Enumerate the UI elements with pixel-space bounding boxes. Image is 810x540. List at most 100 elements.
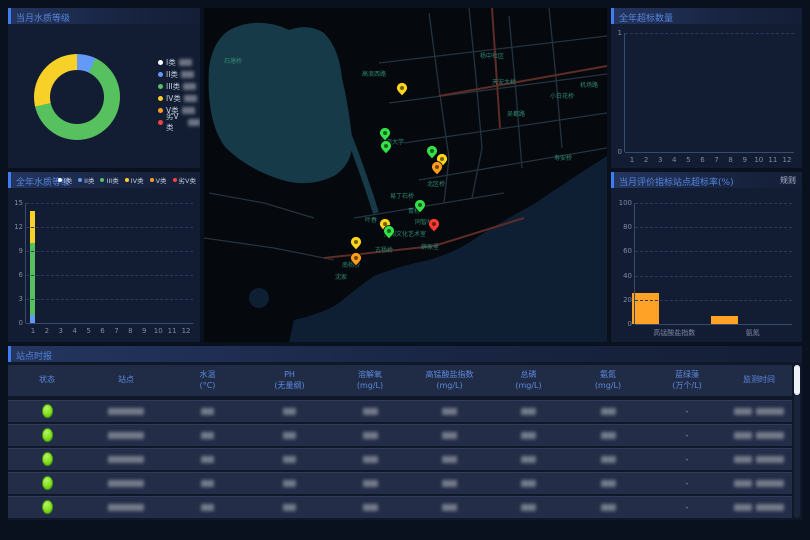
legend-item-V类[interactable]: V类 <box>150 172 167 188</box>
table-row[interactable]: - <box>8 496 792 518</box>
legend-item-I类[interactable]: I类 <box>58 172 72 188</box>
x-tick-5: 5 <box>86 327 90 335</box>
gridline <box>26 275 193 276</box>
redacted-value <box>108 504 144 511</box>
column-name: 总磷 <box>489 370 568 381</box>
column-header-状态[interactable]: 状态 <box>8 375 86 386</box>
cell-蓝绿藻: - <box>648 455 726 464</box>
map-label: 石塘桥 <box>224 57 242 65</box>
column-unit: (mg/L) <box>568 381 648 392</box>
x-tick-12: 12 <box>182 327 191 335</box>
redacted-time <box>734 480 752 487</box>
cell-水温 <box>166 503 249 512</box>
legend-dot <box>150 178 154 182</box>
redacted-value <box>442 456 457 463</box>
y-tick-3: 3 <box>19 295 23 303</box>
cell-状态 <box>8 500 86 516</box>
cell-氨氮 <box>568 479 648 488</box>
cell-总磷 <box>489 479 568 488</box>
map-label: 古杨桥 <box>375 246 393 254</box>
donut-hole <box>50 70 104 124</box>
redacted-value <box>283 504 296 511</box>
cell-高锰酸盐指数 <box>410 503 489 512</box>
column-header-溶解氧[interactable]: 溶解氧(mg/L) <box>330 370 410 392</box>
legend-item-II类[interactable]: II类 <box>78 172 94 188</box>
table-row[interactable]: - <box>8 424 792 446</box>
status-ok-icon <box>42 428 53 442</box>
status-ok-icon <box>42 452 53 466</box>
legend-item-III类[interactable]: III类 <box>100 172 118 188</box>
column-header-总磷[interactable]: 总磷(mg/L) <box>489 370 568 392</box>
dashboard: 当月水质等级 I类II类III类IV类V类劣V类 全年水质等级 I类II类III… <box>0 0 810 540</box>
map-panel[interactable]: 石塘桥杨中社区高浪西路天安大桥机场路小白花桥吴都路江南大学寿安桥北区桥易丁石桥青… <box>204 8 607 342</box>
table-row[interactable]: - <box>8 400 792 422</box>
redacted-time <box>756 432 784 439</box>
column-name: PH <box>249 370 330 381</box>
column-header-蓝绿藻[interactable]: 蓝绿藻(万个/L) <box>648 370 726 392</box>
gridline <box>26 299 193 300</box>
cell-监测时间 <box>726 479 792 488</box>
cell-蓝绿藻: - <box>648 479 726 488</box>
legend-label: III类 <box>106 175 118 185</box>
rate-bar-氨氮[interactable] <box>711 316 738 324</box>
column-header-水温[interactable]: 水温(°C) <box>166 370 249 392</box>
column-header-高锰酸盐指数[interactable]: 高锰酸盐指数(mg/L) <box>410 370 489 392</box>
cell-PH <box>249 455 330 464</box>
header-accent <box>8 8 11 24</box>
legend-dot <box>100 178 104 182</box>
x-tick-7: 7 <box>714 156 718 164</box>
legend-item-III类[interactable]: III类 <box>158 80 200 92</box>
table-row[interactable]: - <box>8 448 792 470</box>
x-tick-9: 9 <box>742 156 746 164</box>
table-scrollbar-thumb[interactable] <box>794 365 800 395</box>
map-label: 北区桥 <box>427 180 445 188</box>
redacted-time <box>734 504 752 511</box>
legend-item-I类[interactable]: I类 <box>158 56 200 68</box>
cell-总磷 <box>489 431 568 440</box>
cell-PH <box>249 503 330 512</box>
legend-dot <box>158 72 163 77</box>
column-name: 蓝绿藻 <box>648 370 726 381</box>
rate-bar-高锰酸盐指数[interactable] <box>632 293 659 324</box>
legend-item-劣V类[interactable]: 劣V类 <box>158 116 200 128</box>
cell-高锰酸盐指数 <box>410 455 489 464</box>
legend-item-IV类[interactable]: IV类 <box>125 172 144 188</box>
y-tick-0: 0 <box>628 320 632 328</box>
cell-监测时间 <box>726 503 792 512</box>
redacted-time <box>734 456 752 463</box>
legend-item-II类[interactable]: II类 <box>158 68 200 80</box>
gridline <box>635 276 792 277</box>
cell-蓝绿藻: - <box>648 503 726 512</box>
column-header-氨氮[interactable]: 氨氮(mg/L) <box>568 370 648 392</box>
cell-总磷 <box>489 455 568 464</box>
redacted-time <box>756 480 784 487</box>
table-scrollbar-track[interactable] <box>794 365 800 518</box>
x-tick-3: 3 <box>658 156 662 164</box>
redacted-value <box>521 456 536 463</box>
map-label: 高浪西路 <box>362 70 386 78</box>
column-name: 监测时间 <box>726 375 792 386</box>
gridline <box>635 227 792 228</box>
column-header-站点[interactable]: 站点 <box>86 375 166 386</box>
x-tick-3: 3 <box>59 327 63 335</box>
column-header-PH[interactable]: PH(无量纲) <box>249 370 330 392</box>
column-unit: (mg/L) <box>489 381 568 392</box>
table-row[interactable]: - <box>8 472 792 494</box>
column-header-监测时间[interactable]: 监测时间 <box>726 375 792 386</box>
legend-item-劣V类[interactable]: 劣V类 <box>173 172 196 188</box>
redacted-value <box>108 456 144 463</box>
panel-month-grade-title: 当月水质等级 <box>16 11 70 24</box>
panel-year-grade-header: 全年水质等级 I类II类III类IV类V类劣V类 <box>8 172 200 188</box>
rules-link[interactable]: 规则 <box>780 175 796 186</box>
y-tick-20: 20 <box>623 296 632 304</box>
x-tick-高锰酸盐指数: 高锰酸盐指数 <box>653 328 695 338</box>
cell-站点 <box>86 503 166 512</box>
legend-item-IV类[interactable]: IV类 <box>158 92 200 104</box>
column-unit: (°C) <box>166 381 249 392</box>
legend-label: I类 <box>166 57 176 68</box>
y-tick-9: 9 <box>19 247 23 255</box>
cell-PH <box>249 479 330 488</box>
gridline <box>26 227 193 228</box>
map-canvas: 石塘桥杨中社区高浪西路天安大桥机场路小白花桥吴都路江南大学寿安桥北区桥易丁石桥青… <box>204 8 607 342</box>
redacted-value <box>442 432 457 439</box>
